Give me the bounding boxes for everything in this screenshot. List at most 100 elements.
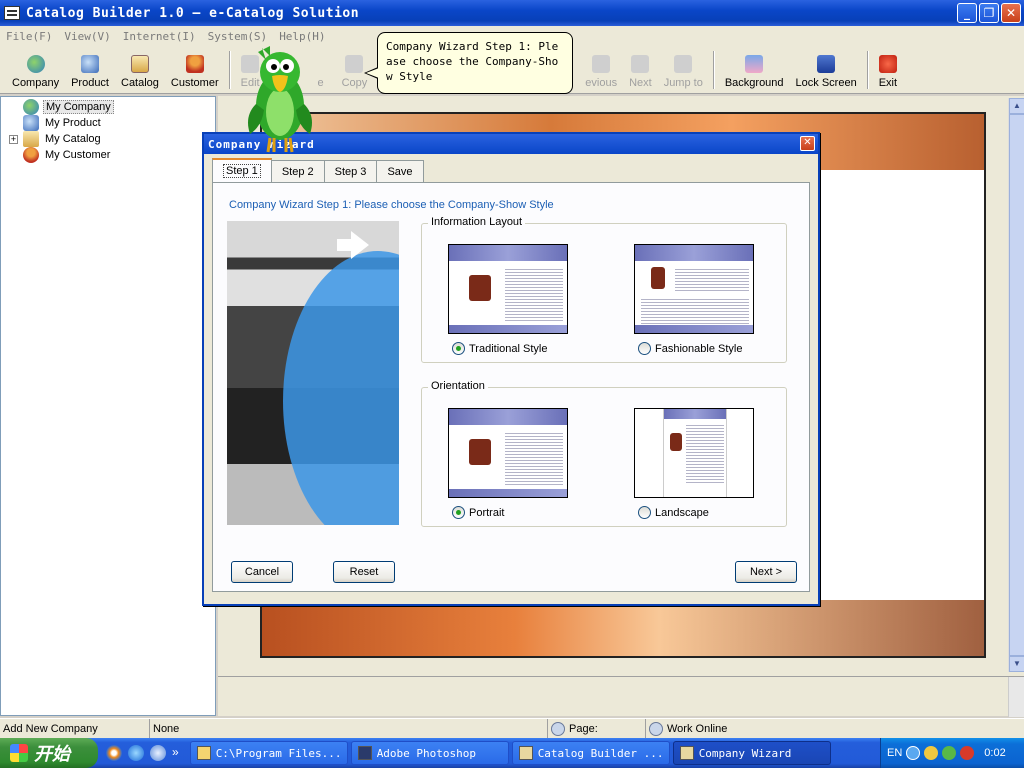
navigation-tree: My Company My Product + My Catalog My Cu… [0, 96, 216, 716]
cancel-button[interactable]: Cancel [231, 561, 293, 583]
taskbar-item-catalog-builder[interactable]: Catalog Builder ... [511, 741, 670, 765]
catalog-icon [23, 131, 39, 147]
tree-item-my-company[interactable]: My Company [23, 99, 114, 115]
network-icon [649, 722, 663, 736]
lock-icon [817, 55, 836, 73]
tab-step-2[interactable]: Step 2 [270, 160, 325, 182]
globe-icon [23, 99, 39, 115]
wizard-tabs: Step 1 Step 2 Step 3 Save [212, 158, 424, 182]
tree-item-my-product[interactable]: My Product [23, 115, 103, 131]
copy-icon [345, 55, 364, 73]
customer-icon [23, 147, 39, 163]
customer-button[interactable]: Customer [165, 49, 225, 93]
company-wizard-dialog: Company Wizard ✕ Step 1 Step 2 Step 3 Sa… [202, 132, 820, 606]
tree-expander[interactable]: + [9, 135, 18, 144]
tray-app-icon[interactable] [942, 746, 957, 760]
status-action: Add New Company [0, 719, 150, 739]
window-title-bar[interactable]: Catalog Builder 1.0 — e-Catalog Solution… [0, 0, 1024, 26]
taskbar-item-explorer[interactable]: C:\Program Files... [189, 741, 348, 765]
wizard-panel: Company Wizard Step 1: Please choose the… [212, 182, 810, 592]
catalog-builder-icon [518, 746, 533, 760]
orientation-legend: Orientation [428, 380, 488, 392]
status-online: Work Online [646, 719, 1024, 739]
maximize-button[interactable]: ❐ [979, 3, 999, 23]
menu-file[interactable]: File(F) [0, 30, 58, 43]
menu-help[interactable]: Help(H) [273, 30, 331, 43]
wizard-heading: Company Wizard Step 1: Please choose the… [229, 199, 554, 211]
traditional-style-radio[interactable]: Traditional Style [452, 342, 547, 355]
scroll-down-arrow[interactable]: ▼ [1009, 656, 1024, 672]
tray-arrow-icon[interactable] [906, 746, 921, 760]
status-bar: Add New Company None Page: Work Online [0, 718, 1024, 739]
company-button[interactable]: Company [6, 49, 65, 93]
fashionable-style-radio[interactable]: Fashionable Style [638, 342, 742, 355]
menu-system[interactable]: System(S) [202, 30, 274, 43]
landscape-radio[interactable]: Landscape [638, 506, 709, 519]
parrot-assistant-icon[interactable] [240, 44, 320, 156]
decorative-arc [283, 251, 399, 525]
orientation-group: Orientation Portrait Landscape [421, 380, 787, 527]
globe-icon [26, 55, 45, 73]
information-layout-group: Information Layout Traditional Style Fas… [421, 216, 787, 363]
status-page: Page: [548, 719, 646, 739]
next-button[interactable]: Next > [735, 561, 797, 583]
tray-app-icon[interactable] [924, 746, 939, 760]
tree-item-my-customer[interactable]: My Customer [23, 147, 112, 163]
start-button[interactable]: 开始 [0, 738, 98, 768]
catalog-builder-icon [679, 746, 694, 760]
assistant-balloon: Company Wizard Step 1: Please choose the… [364, 32, 573, 94]
previous-icon [592, 55, 611, 73]
information-layout-legend: Information Layout [428, 216, 526, 228]
taskbar-item-photoshop[interactable]: Adobe Photoshop [350, 741, 509, 765]
traditional-style-preview[interactable] [448, 244, 568, 334]
product-button[interactable]: Product [65, 49, 115, 93]
next-toolbar-button[interactable]: Next [623, 49, 658, 93]
exit-button[interactable]: Exit [873, 49, 903, 93]
tray-app-icon[interactable] [960, 746, 975, 760]
product-icon [23, 115, 39, 131]
previous-button[interactable]: evious [579, 49, 623, 93]
tab-step-1[interactable]: Step 1 [212, 158, 272, 182]
language-indicator[interactable]: EN [887, 747, 902, 759]
tab-step-3[interactable]: Step 3 [323, 160, 378, 182]
fashionable-style-preview[interactable] [634, 244, 754, 334]
power-icon [878, 55, 897, 73]
reset-button[interactable]: Reset [333, 561, 395, 583]
vertical-scrollbar[interactable]: ▲ ▼ [1008, 98, 1024, 672]
windows-flag-icon [10, 744, 28, 762]
next-icon [631, 55, 650, 73]
background-icon [745, 55, 764, 73]
app-icon [4, 6, 20, 20]
lock-screen-button[interactable]: Lock Screen [790, 49, 863, 93]
media-player-icon[interactable] [106, 745, 122, 761]
taskbar-item-company-wizard[interactable]: Company Wizard [672, 741, 831, 765]
menu-internet[interactable]: Internet(I) [117, 30, 202, 43]
scroll-up-arrow[interactable]: ▲ [1009, 98, 1024, 114]
radio-selected-icon [452, 506, 465, 519]
jump-icon [674, 55, 693, 73]
jump-to-button[interactable]: Jump to [658, 49, 709, 93]
portrait-radio[interactable]: Portrait [452, 506, 504, 519]
customer-icon [185, 55, 204, 73]
close-button[interactable]: ✕ [1001, 3, 1021, 23]
photoshop-icon [357, 746, 372, 760]
background-button[interactable]: Background [719, 49, 790, 93]
internet-explorer-icon[interactable] [128, 745, 144, 761]
dialog-close-button[interactable]: ✕ [800, 136, 815, 151]
minimize-button[interactable]: _ [957, 3, 977, 23]
toolbar-separator [866, 51, 869, 89]
catalog-button[interactable]: Catalog [115, 49, 165, 93]
menu-view[interactable]: View(V) [58, 30, 116, 43]
quick-launch-more[interactable]: » [172, 745, 179, 761]
page-icon [551, 722, 565, 736]
tree-item-my-catalog[interactable]: My Catalog [23, 131, 103, 147]
catalog-icon [130, 55, 149, 73]
arrow-right-icon [351, 231, 369, 259]
scroll-thumb[interactable] [1009, 114, 1024, 656]
radio-unselected-icon [638, 342, 651, 355]
outlook-express-icon[interactable] [150, 745, 166, 761]
portrait-preview[interactable] [448, 408, 568, 498]
lower-scrollbar[interactable] [1008, 677, 1024, 717]
landscape-preview[interactable] [634, 408, 754, 498]
tab-save[interactable]: Save [376, 160, 424, 182]
